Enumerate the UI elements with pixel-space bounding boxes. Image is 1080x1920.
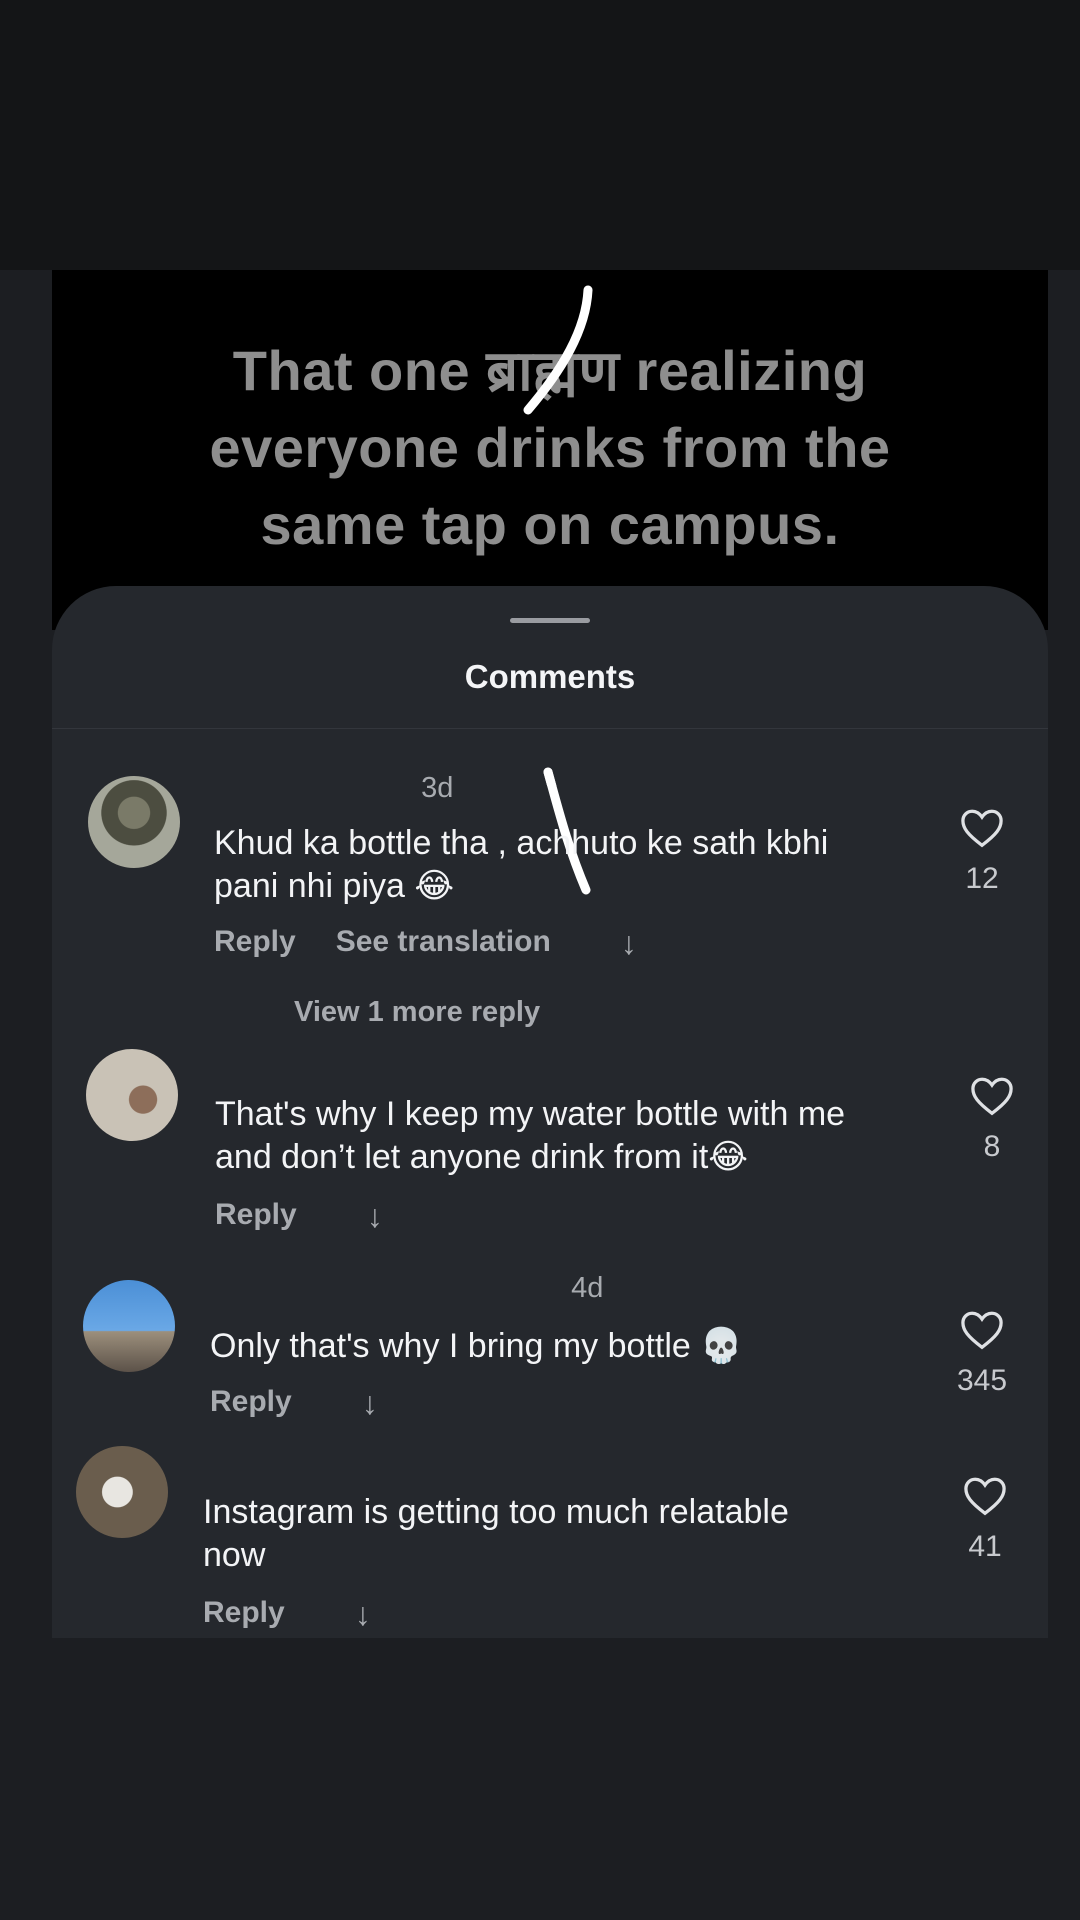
avatar[interactable] xyxy=(83,1280,175,1372)
comment-text-line: Khud ka bottle tha , achhuto ke sath kbh… xyxy=(214,824,829,862)
reply-button[interactable]: Reply xyxy=(215,1198,297,1235)
top-dark-area xyxy=(0,0,1080,270)
avatar[interactable] xyxy=(86,1049,178,1141)
like-button[interactable]: 12 xyxy=(942,808,1022,896)
avatar[interactable] xyxy=(88,776,180,868)
comment-text-line: and don’t let anyone drink from it😂 xyxy=(215,1138,749,1176)
arrow-down-icon[interactable]: ↓ xyxy=(367,1198,383,1235)
comment-text-line: Instagram is getting too much relatable xyxy=(203,1493,789,1531)
comment-actions: Reply See translation ↓ xyxy=(214,925,677,962)
like-button[interactable]: 8 xyxy=(952,1076,1032,1164)
like-count: 12 xyxy=(965,862,999,895)
comment-text-line: That's why I keep my water bottle with m… xyxy=(215,1095,846,1133)
heart-outline-icon xyxy=(961,1311,1003,1350)
comment-meta xyxy=(215,1050,224,1083)
arrow-down-icon[interactable]: ↓ xyxy=(621,925,637,962)
comment-actions: Reply ↓ xyxy=(210,1385,418,1422)
comment-age: 4d xyxy=(571,1272,604,1304)
comment-actions: Reply ↓ xyxy=(203,1596,411,1633)
white-scribble-mark-2 xyxy=(543,767,557,786)
comment-text-line: Only that's why I bring my bottle 💀 xyxy=(210,1327,743,1365)
comment-actions: Reply ↓ xyxy=(215,1198,423,1235)
comment-text-line: pani nhi piya 😂 xyxy=(214,867,455,905)
comment-text: Only that's why I bring my bottle 💀 xyxy=(210,1325,743,1368)
heart-outline-icon xyxy=(964,1477,1006,1516)
view-more-replies-button[interactable]: View 1 more reply xyxy=(294,996,540,1029)
reply-button[interactable]: Reply xyxy=(203,1596,285,1633)
comment-meta: 3d xyxy=(214,772,453,805)
video-preview[interactable]: That one ब्राह्मण realizing everyone dri… xyxy=(52,270,1048,630)
comment-text-line: now xyxy=(203,1536,266,1574)
like-button[interactable]: 41 xyxy=(945,1476,1025,1564)
like-count: 345 xyxy=(956,1364,1008,1397)
see-translation-button[interactable]: See translation xyxy=(336,925,551,962)
comment-meta xyxy=(203,1445,212,1478)
heart-outline-icon xyxy=(961,809,1003,848)
arrow-down-icon[interactable]: ↓ xyxy=(362,1385,378,1422)
username[interactable] xyxy=(454,1272,463,1304)
arrow-down-icon[interactable]: ↓ xyxy=(355,1596,371,1633)
reply-button[interactable]: Reply xyxy=(214,925,296,962)
like-button[interactable]: 345 xyxy=(942,1310,1022,1398)
username[interactable] xyxy=(203,1445,212,1477)
username[interactable] xyxy=(215,1050,224,1082)
like-count: 8 xyxy=(983,1130,1001,1163)
white-scribble-mark xyxy=(523,285,593,415)
comment-meta: 4d xyxy=(454,1272,603,1305)
avatar[interactable] xyxy=(76,1446,168,1538)
comment-text: That's why I keep my water bottle with m… xyxy=(215,1093,845,1179)
reply-button[interactable]: Reply xyxy=(210,1385,292,1422)
like-count: 41 xyxy=(968,1530,1002,1563)
comment-text: Khud ka bottle tha , achhuto ke sath kbh… xyxy=(214,822,828,908)
heart-outline-icon xyxy=(971,1077,1013,1116)
comment-text: Instagram is getting too much relatable … xyxy=(203,1491,789,1577)
username[interactable] xyxy=(214,772,223,804)
comment-age: 3d xyxy=(421,772,454,804)
